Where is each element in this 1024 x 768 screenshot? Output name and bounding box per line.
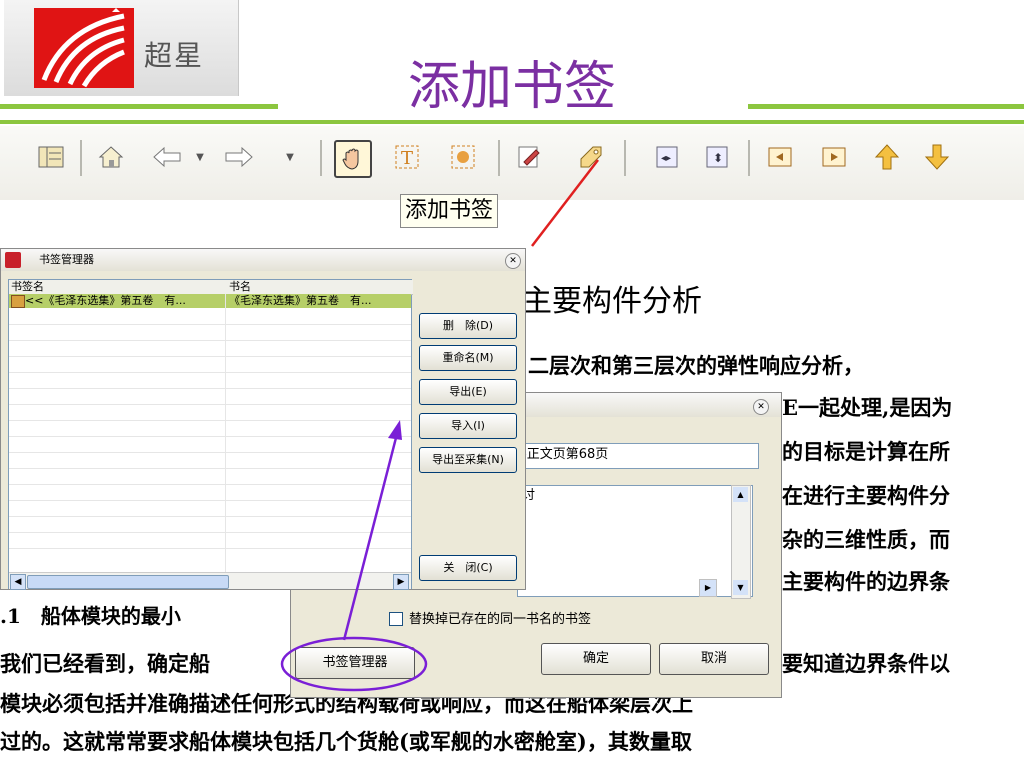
purple-arrowhead	[388, 420, 402, 440]
purple-arrow-line	[342, 429, 400, 641]
red-pointer-line	[531, 159, 599, 247]
annotation-overlay	[280, 159, 599, 692]
purple-highlight-ellipse	[280, 636, 428, 692]
